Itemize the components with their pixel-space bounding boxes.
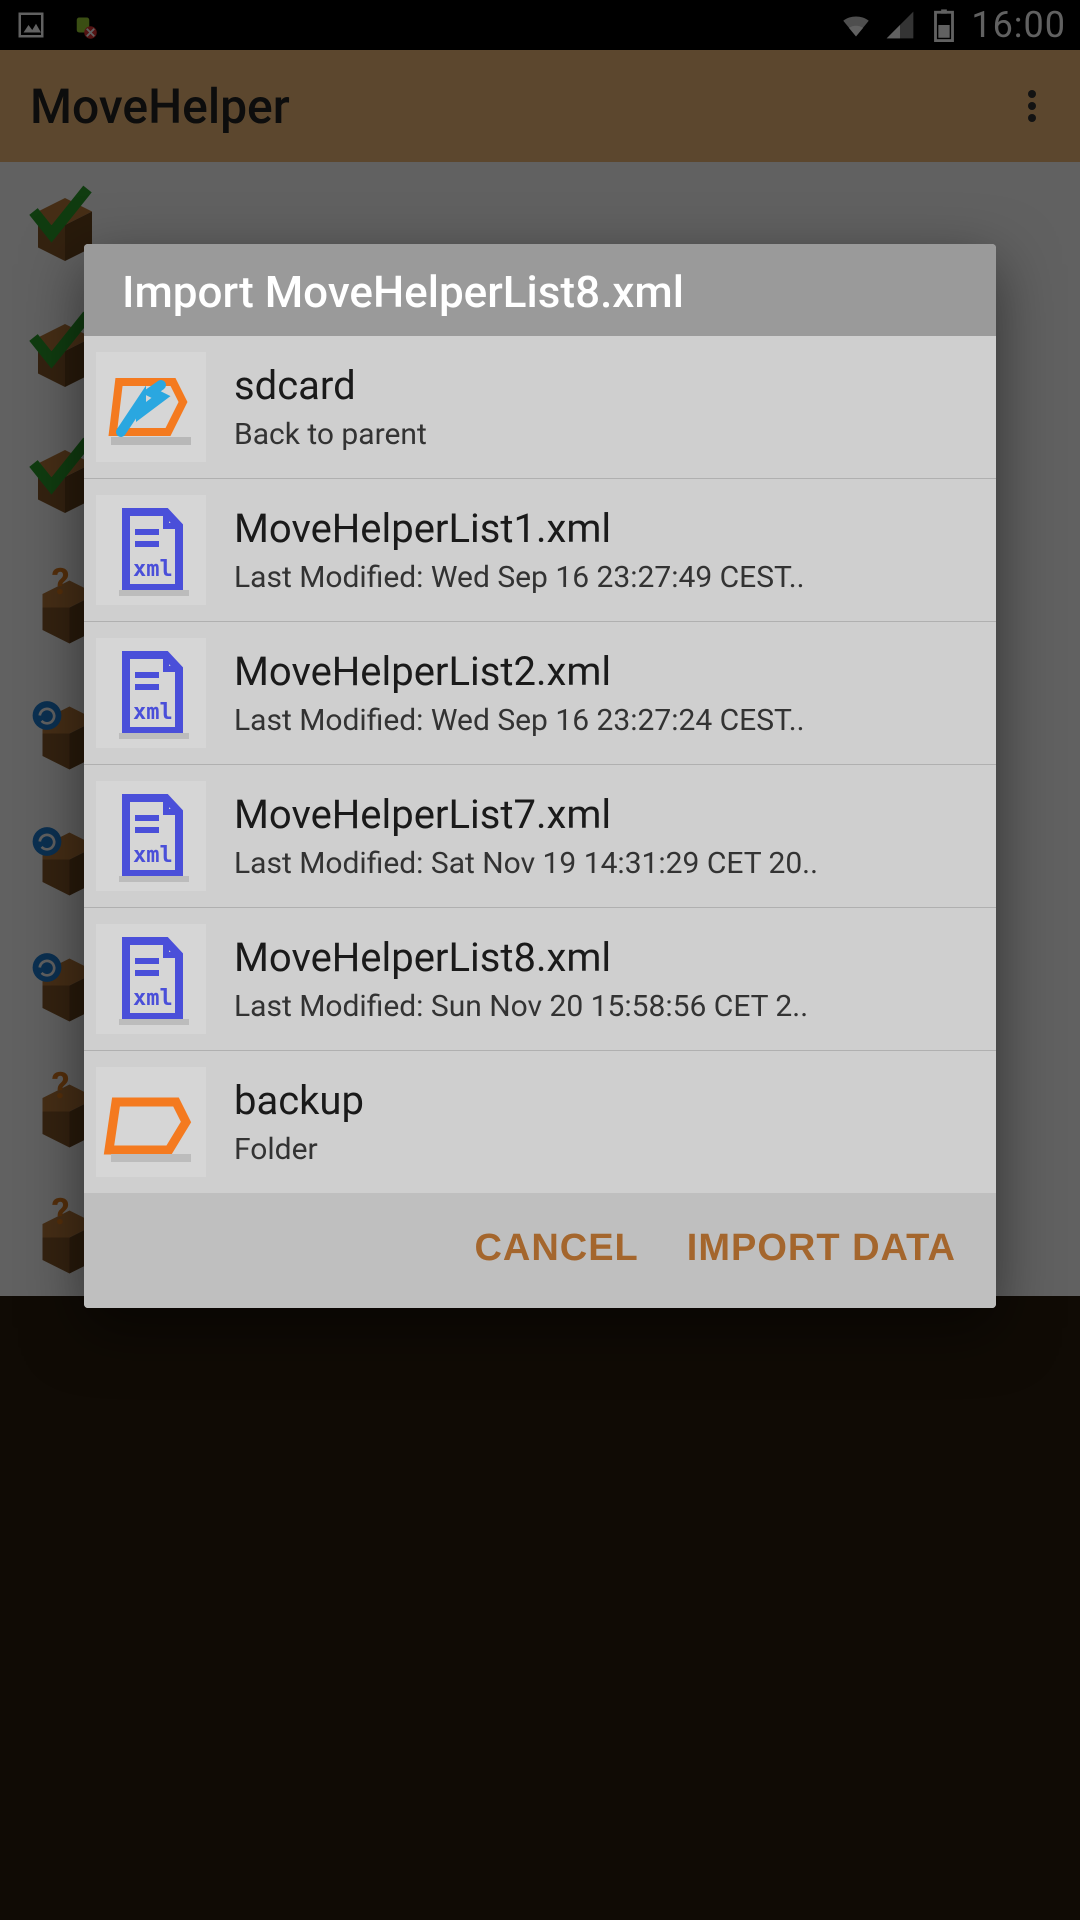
file-row[interactable]: xml MoveHelperList1.xml Last Modified: W… [84,479,996,622]
file-sub: Last Modified: Sun Nov 20 15:58:56 CET 2… [234,989,984,1024]
file-sub: Folder [234,1132,984,1167]
import-data-button[interactable]: IMPORT DATA [687,1227,956,1270]
file-list[interactable]: sdcard Back to parent xml MoveHelperList… [84,336,996,1193]
xml-file-icon: xml [96,924,206,1034]
xml-file-icon: xml [96,781,206,891]
file-row[interactable]: xml MoveHelperList8.xml Last Modified: S… [84,908,996,1051]
folder-icon [96,1067,206,1177]
file-sub: Back to parent [234,417,984,452]
file-sub: Last Modified: Wed Sep 16 23:27:24 CEST.… [234,703,984,738]
svg-text:xml: xml [133,700,173,725]
file-name: MoveHelperList2.xml [234,648,984,695]
xml-file-icon: xml [96,638,206,748]
file-row[interactable]: xml MoveHelperList2.xml Last Modified: W… [84,622,996,765]
file-name: MoveHelperList1.xml [234,505,984,552]
file-name: MoveHelperList7.xml [234,791,984,838]
dialog-actions: CANCEL IMPORT DATA [84,1193,996,1308]
parent-folder-icon [96,352,206,462]
file-name: backup [234,1077,984,1124]
file-sub: Last Modified: Wed Sep 16 23:27:49 CEST.… [234,560,984,595]
svg-text:xml: xml [133,843,173,868]
xml-file-icon: xml [96,495,206,605]
import-dialog: Import MoveHelperList8.xml sdcard Back t… [84,244,996,1308]
file-row-parent[interactable]: sdcard Back to parent [84,336,996,479]
file-sub: Last Modified: Sat Nov 19 14:31:29 CET 2… [234,846,984,881]
file-row[interactable]: xml MoveHelperList7.xml Last Modified: S… [84,765,996,908]
cancel-button[interactable]: CANCEL [474,1227,638,1270]
svg-text:xml: xml [133,986,173,1011]
file-name: sdcard [234,362,984,409]
svg-text:xml: xml [133,557,173,582]
file-row-folder[interactable]: backup Folder [84,1051,996,1193]
dialog-header: Import MoveHelperList8.xml [84,244,996,336]
dialog-title: Import MoveHelperList8.xml [122,266,958,318]
file-name: MoveHelperList8.xml [234,934,984,981]
